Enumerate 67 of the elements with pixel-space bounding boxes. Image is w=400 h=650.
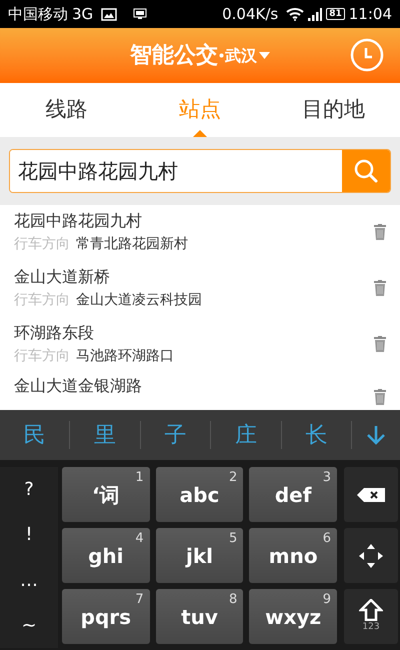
shift-arrow-icon [359, 598, 383, 621]
key-number: 4 [135, 530, 144, 548]
direction-stop: 常青北路花园新村 [76, 235, 188, 254]
trash-icon[interactable] [374, 389, 386, 405]
candidate-word[interactable]: 庄 [211, 418, 281, 452]
candidate-word[interactable]: 里 [70, 418, 140, 452]
keypad-key[interactable]: abc 2 [156, 467, 244, 522]
carrier-name: 中国移动 [8, 4, 68, 25]
candidate-word[interactable]: 民 [0, 418, 70, 452]
key-number: 9 [322, 591, 331, 609]
keypad-key[interactable]: jkl 5 [156, 528, 244, 583]
stop-name: 环湖路东段 [14, 322, 95, 344]
search-button[interactable] [342, 150, 390, 192]
key-number: 7 [135, 591, 144, 609]
symbol-key[interactable]: … [0, 558, 58, 603]
history-clock-icon[interactable] [350, 38, 384, 72]
key-number: 5 [229, 530, 238, 548]
trash-icon[interactable] [374, 280, 386, 296]
keypad-key[interactable]: ghi 4 [62, 528, 150, 583]
keypad-key[interactable]: wxyz 9 [249, 589, 337, 644]
keypad-key[interactable]: def 3 [249, 467, 337, 522]
stop-name: 花园中路花园九村 [14, 210, 143, 232]
tab[interactable]: 线路 [0, 83, 134, 137]
clock-time: 11:04 [348, 4, 392, 25]
monitor-icon [133, 8, 148, 20]
keypad-key[interactable]: ‘词 1 [62, 467, 150, 522]
tab[interactable]: 目的地 [266, 83, 400, 137]
keypad-key[interactable]: mno 6 [249, 528, 337, 583]
shift-key[interactable]: 123 [344, 589, 398, 644]
network-type: 3G [72, 4, 94, 25]
key-number: 2 [229, 469, 238, 487]
down-arrow-icon [366, 425, 386, 445]
keypad-key[interactable]: tuv 8 [156, 589, 244, 644]
stop-name: 金山大道新桥 [14, 266, 111, 288]
key-number: 8 [229, 591, 238, 609]
search-field[interactable]: 花园中路花园九村 [9, 149, 391, 193]
trash-icon[interactable] [374, 224, 386, 240]
battery-level: 81 [326, 8, 345, 20]
four-way-arrows-icon [359, 544, 383, 568]
delete-key[interactable] [344, 467, 398, 522]
dropdown-caret-icon [259, 52, 270, 59]
keypad-key[interactable]: pqrs 7 [62, 589, 150, 644]
symbol-key[interactable]: ! [0, 512, 58, 558]
backspace-icon [357, 488, 385, 502]
cursor-key[interactable] [344, 528, 398, 583]
symbol-key[interactable]: ? [0, 467, 58, 512]
image-icon [101, 8, 118, 20]
selected-tab-indicator-icon [192, 130, 207, 137]
direction-label: 行车方向 [14, 235, 70, 254]
direction-stop: 金山大道凌云科技园 [76, 291, 202, 310]
symbol-key[interactable]: ~ [0, 602, 58, 648]
network-speed: 0.04K/s [222, 4, 278, 25]
wifi-icon [286, 7, 304, 21]
direction-label: 行车方向 [14, 347, 70, 366]
direction-label: 行车方向 [14, 291, 70, 310]
app-title: 智能公交 [130, 42, 218, 70]
key-number: 3 [322, 469, 331, 487]
trash-icon[interactable] [374, 336, 386, 352]
search-icon [353, 158, 379, 184]
direction-stop: 马池路环湖路口 [76, 347, 174, 366]
candidate-word[interactable]: 长 [282, 418, 352, 452]
dot-icon [219, 53, 224, 58]
key-number: 1 [135, 469, 144, 487]
stop-name: 金山大道金银湖路 [14, 375, 143, 397]
key-number: 6 [322, 530, 331, 548]
candidate-word[interactable]: 子 [140, 418, 210, 452]
signal-icon [308, 8, 322, 20]
